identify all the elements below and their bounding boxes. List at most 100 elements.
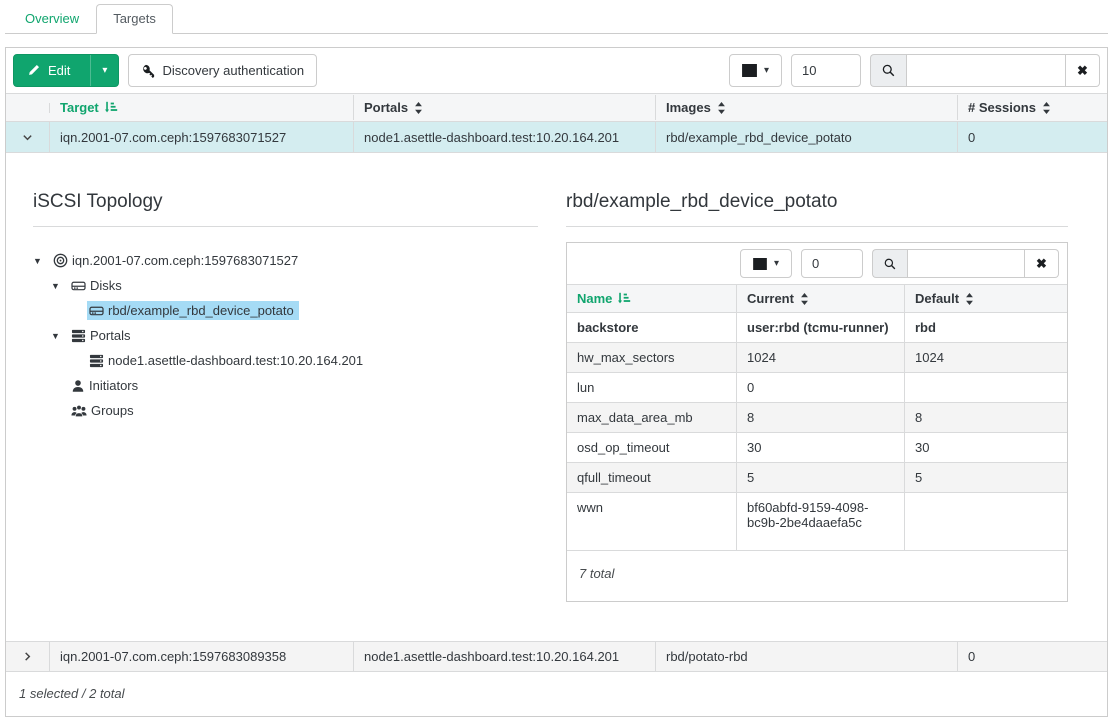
- column-header-images[interactable]: Images: [656, 95, 958, 120]
- table-row[interactable]: iqn.2001-07.com.ceph:1597683071527 node1…: [6, 122, 1107, 152]
- tree-node-label: iqn.2001-07.com.ceph:1597683071527: [72, 253, 298, 268]
- tree-node-portal[interactable]: node1.asettle-dashboard.test:10.20.164.2…: [87, 351, 368, 370]
- cell-current: bf60abfd-9159-4098-bc9b-2be4daaefa5c: [737, 493, 905, 550]
- cell-images: rbd/example_rbd_device_potato: [656, 122, 958, 152]
- sort-icon: [717, 102, 726, 114]
- iscsi-topology-tree: ▼ iqn.2001-07.com.ceph:1597683071527 ▼: [33, 248, 566, 423]
- tab-bar: Overview Targets: [5, 5, 1108, 34]
- column-header-name[interactable]: Name: [567, 285, 737, 312]
- cell-target: iqn.2001-07.com.ceph:1597683089358: [50, 642, 354, 671]
- image-detail-section: rbd/example_rbd_device_potato ▾: [566, 153, 1068, 641]
- caret-down-icon: ▾: [774, 259, 779, 269]
- x-icon: ✖: [1036, 256, 1047, 272]
- targets-panel: Edit ▾ Discovery authentication ▾: [5, 47, 1108, 717]
- tree-caret-icon[interactable]: ▼: [51, 281, 69, 291]
- tree-item-groups: Groups: [33, 398, 566, 423]
- page-size-input[interactable]: [801, 249, 863, 278]
- tree-node-label: node1.asettle-dashboard.test:10.20.164.2…: [108, 353, 363, 368]
- table-grid-icon: [753, 258, 767, 270]
- user-icon: [71, 379, 85, 393]
- column-header-sessions-label: # Sessions: [968, 100, 1036, 115]
- tab-overview[interactable]: Overview: [8, 4, 96, 34]
- targets-table-header: Target Portals Images # Sessions: [6, 93, 1107, 122]
- tree-node-portals[interactable]: Portals: [69, 326, 135, 345]
- tab-targets[interactable]: Targets: [96, 4, 173, 34]
- cell-name: backstore: [567, 313, 737, 342]
- cell-default: 8: [905, 403, 1067, 432]
- column-header-current[interactable]: Current: [737, 285, 905, 312]
- tree-item-disk: rbd/example_rbd_device_potato: [33, 298, 566, 323]
- caret-down-icon: ▾: [764, 66, 769, 76]
- clear-search-button[interactable]: ✖: [1025, 249, 1059, 278]
- cell-sessions: 0: [958, 122, 1107, 152]
- key-icon: [141, 64, 155, 78]
- clear-search-button[interactable]: ✖: [1066, 54, 1100, 87]
- column-selector-button[interactable]: ▾: [740, 249, 792, 278]
- column-header-target-label: Target: [60, 100, 99, 115]
- cell-current: user:rbd (tcmu-runner): [737, 313, 905, 342]
- settings-row: qfull_timeout 5 5: [567, 463, 1067, 493]
- tree-node-disks[interactable]: Disks: [69, 276, 127, 295]
- page-size-input[interactable]: [791, 54, 861, 87]
- tree-node-disk-selected[interactable]: rbd/example_rbd_device_potato: [87, 301, 299, 320]
- cell-current: 5: [737, 463, 905, 492]
- table-row[interactable]: iqn.2001-07.com.ceph:1597683089358 node1…: [6, 641, 1107, 671]
- expander-column-header: [6, 103, 50, 113]
- cell-current: 8: [737, 403, 905, 432]
- table-toolbar: Edit ▾ Discovery authentication ▾: [6, 48, 1107, 93]
- image-table-toolbar: ▾ ✖: [567, 243, 1067, 284]
- x-icon: ✖: [1077, 63, 1088, 79]
- users-icon: [71, 404, 87, 418]
- edit-dropdown-toggle[interactable]: ▾: [90, 54, 118, 87]
- column-header-sessions[interactable]: # Sessions: [958, 95, 1107, 120]
- tree-caret-icon[interactable]: ▼: [51, 331, 69, 341]
- image-settings-table: ▾ ✖ Name: [566, 242, 1068, 602]
- settings-row: osd_op_timeout 30 30: [567, 433, 1067, 463]
- tree-node-label: rbd/example_rbd_device_potato: [108, 303, 294, 318]
- settings-row: hw_max_sectors 1024 1024: [567, 343, 1067, 373]
- tree-item-portals: ▼ Portals: [33, 323, 566, 348]
- search-input[interactable]: [907, 249, 1025, 278]
- tree-node-target[interactable]: iqn.2001-07.com.ceph:1597683071527: [51, 251, 303, 270]
- discovery-authentication-button[interactable]: Discovery authentication: [128, 54, 317, 87]
- settings-row: lun 0: [567, 373, 1067, 403]
- cell-default: rbd: [905, 313, 1067, 342]
- tree-node-label: Groups: [91, 403, 134, 418]
- caret-down-icon: ▾: [102, 66, 107, 76]
- column-selector-button[interactable]: ▾: [729, 54, 782, 87]
- column-header-name-label: Name: [577, 291, 612, 306]
- cell-portals: node1.asettle-dashboard.test:10.20.164.2…: [354, 642, 656, 671]
- row-expander[interactable]: [6, 122, 50, 152]
- pencil-icon: [27, 64, 40, 77]
- row-expander[interactable]: [6, 642, 50, 671]
- search-icon: [870, 54, 906, 87]
- sort-icon: [414, 102, 423, 114]
- edit-split-button[interactable]: Edit ▾: [13, 54, 119, 87]
- settings-row: backstore user:rbd (tcmu-runner) rbd: [567, 313, 1067, 343]
- tree-node-groups[interactable]: Groups: [69, 401, 139, 420]
- column-header-target[interactable]: Target: [50, 95, 354, 120]
- tree-caret-icon[interactable]: ▼: [33, 256, 51, 266]
- table-grid-icon: [742, 64, 757, 77]
- sort-amount-icon: [618, 292, 631, 305]
- iscsi-topology-section: iSCSI Topology ▼ iqn.2001-07.com.ceph:15…: [6, 153, 566, 641]
- server-icon: [71, 329, 86, 343]
- cell-default: 30: [905, 433, 1067, 462]
- hdd-icon: [71, 279, 86, 292]
- settings-row: max_data_area_mb 8 8: [567, 403, 1067, 433]
- topology-title: iSCSI Topology: [33, 191, 566, 213]
- tree-node-initiators[interactable]: Initiators: [69, 376, 143, 395]
- cell-default: [905, 493, 1067, 550]
- cell-name: qfull_timeout: [567, 463, 737, 492]
- cell-sessions: 0: [958, 642, 1107, 671]
- column-header-default[interactable]: Default: [905, 285, 1067, 312]
- image-detail-title: rbd/example_rbd_device_potato: [566, 191, 1068, 213]
- cell-default: 1024: [905, 343, 1067, 372]
- cell-default: 5: [905, 463, 1067, 492]
- tree-node-label: Disks: [90, 278, 122, 293]
- column-header-portals[interactable]: Portals: [354, 95, 656, 120]
- divider: [33, 226, 538, 227]
- search-group: ✖: [870, 54, 1100, 87]
- cell-name: osd_op_timeout: [567, 433, 737, 462]
- search-input[interactable]: [906, 54, 1066, 87]
